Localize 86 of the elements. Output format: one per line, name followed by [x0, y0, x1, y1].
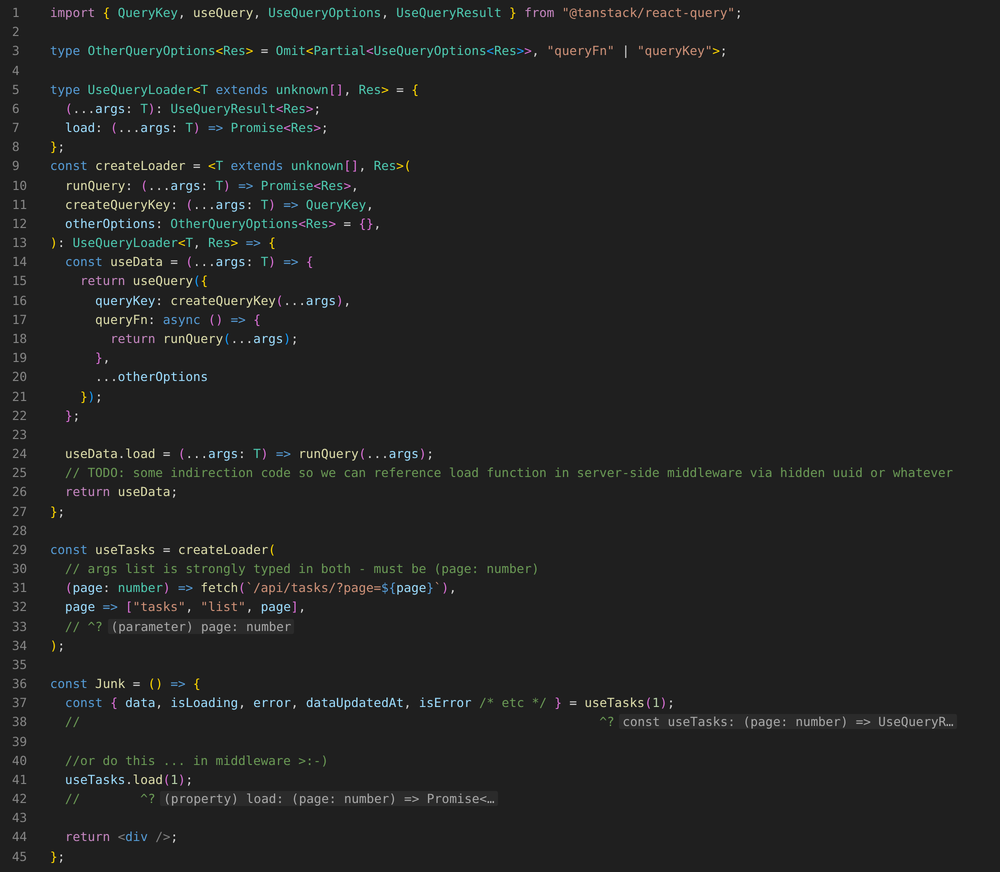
code-line: type UseQueryLoader<T extends unknown[], Res> = { [50, 82, 419, 97]
code-line: useData.load = (...args: T) => runQuery(...args); [64, 446, 434, 462]
code-line: }; [50, 848, 66, 864]
line-number: 14 [11, 254, 28, 270]
code-line: //or do this ... in middleware >:-) [64, 752, 328, 768]
type-hint: (property) load: (page: number) => Promise<… [160, 791, 498, 806]
line-number: 1 [11, 5, 21, 20]
line-number: 44 [11, 829, 28, 844]
line-number: 42 [11, 791, 28, 806]
line-number: 16 [11, 292, 28, 308]
code-line: return useData; [64, 484, 178, 500]
line-number: 45 [11, 848, 28, 864]
line-number: 35 [11, 656, 28, 672]
line-number: 38 [11, 714, 28, 730]
line-number: 40 [11, 752, 28, 768]
type-hint: (parameter) page: number [108, 618, 294, 634]
code-line: }; [50, 139, 66, 154]
line-number: 30 [11, 561, 28, 576]
type-hint: const useTasks: (page: number) => UseQueryR… [619, 714, 957, 730]
code-line: }; [50, 504, 66, 519]
code-line: (page: number) => fetch(`/api/tasks/?page=${page}`), [64, 580, 456, 596]
line-number: 24 [11, 446, 28, 462]
line-number: 32 [11, 599, 28, 614]
line-number: 23 [11, 426, 28, 442]
line-number: 33 [11, 618, 28, 634]
line-number: 21 [11, 388, 28, 404]
line-number: 13 [11, 235, 28, 250]
code-line: const useData = (...args: T) => { [64, 254, 314, 270]
code-line: queryFn: async () => { [94, 312, 261, 327]
line-number: 26 [11, 484, 28, 500]
code-line: }, [94, 350, 110, 366]
code-line: ); [50, 638, 66, 653]
code-line: // ^? [64, 618, 103, 634]
code-line: const Junk = () => { [50, 676, 201, 692]
code-line: page => ["tasks", "list", page], [64, 599, 306, 614]
code-line: const useTasks = createLoader( [50, 542, 276, 557]
code-line: // ^? [64, 791, 156, 806]
line-number: 10 [11, 178, 28, 193]
line-number: 29 [11, 542, 28, 557]
line-number: 2 [11, 24, 21, 40]
code-line: useTasks.load(1); [64, 772, 194, 787]
line-number: 5 [11, 82, 21, 97]
line-number: 20 [11, 369, 28, 384]
line-number: 6 [11, 100, 21, 116]
code-line: type OtherQueryOptions<Res> = Omit<Partial<UseQueryOptions<Res>>, "queryFn" | "queryKey">; [50, 43, 728, 58]
line-number: 36 [11, 676, 28, 692]
code-line: ...otherOptions [94, 369, 208, 384]
code-line: }; [64, 408, 80, 423]
code-line: (...args: T): UseQueryResult<Res>; [64, 100, 321, 116]
line-number: 39 [11, 734, 28, 749]
code-line: return runQuery(...args); [109, 331, 298, 346]
code-line: import { QueryKey, useQuery, UseQueryOptions, UseQueryResult } from "@tanstack/react-query"; [50, 5, 742, 20]
line-number: 31 [11, 580, 28, 596]
code-line: const { data, isLoading, error, dataUpdatedAt, isError /* etc */ } = useTasks(1); [64, 695, 675, 710]
line-number: 15 [11, 273, 28, 288]
line-number: 43 [11, 810, 28, 826]
line-number: 12 [11, 216, 28, 231]
line-number: 28 [11, 522, 28, 538]
code-line: return <div />; [64, 829, 178, 844]
line-number: 37 [11, 695, 28, 710]
line-number: 27 [11, 504, 28, 519]
code-line: // TODO: some indirection code so we can reference load function in server-side middleware via hidden uuid or whatever [64, 465, 954, 480]
code-line: ): UseQueryLoader<T, Res> => { [50, 235, 276, 250]
line-number: 25 [11, 465, 28, 480]
line-number: 8 [11, 139, 21, 154]
line-number: 22 [11, 408, 28, 423]
line-number: 4 [11, 62, 21, 78]
line-number: 9 [11, 158, 21, 174]
line-number: 17 [11, 312, 28, 327]
line-number: 19 [11, 350, 28, 366]
code-line: // args list is strongly typed in both - must be (page: number) [64, 561, 540, 576]
code-line: createQueryKey: (...args: T) => QueryKey, [64, 196, 374, 212]
code-line: queryKey: createQueryKey(...args), [94, 292, 352, 308]
code-line: const createLoader = <T extends unknown[], Res>( [50, 158, 412, 174]
code-line: }); [79, 388, 103, 404]
line-number: 7 [11, 120, 21, 136]
code-line: // ^? [64, 714, 614, 730]
code-line: load: (...args: T) => Promise<Res>; [64, 120, 329, 136]
code-line: otherOptions: OtherQueryOptions<Res> = {}, [64, 216, 382, 231]
line-number: 41 [11, 772, 28, 787]
line-number: 11 [11, 196, 28, 212]
code-line: return useQuery({ [79, 273, 208, 288]
code-line: runQuery: (...args: T) => Promise<Res>, [64, 178, 359, 193]
line-number: 3 [11, 43, 21, 58]
line-number: 34 [11, 638, 28, 653]
line-number: 18 [11, 331, 28, 346]
